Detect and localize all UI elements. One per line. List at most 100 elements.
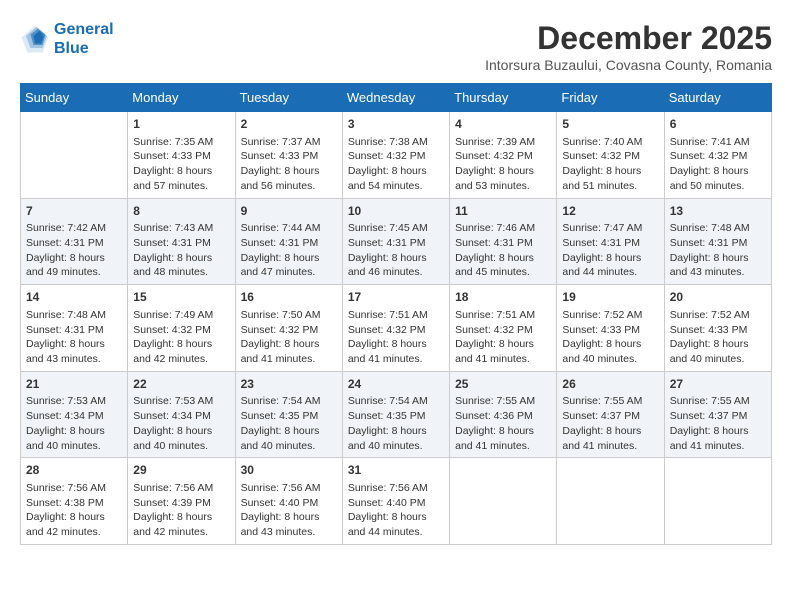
logo-line2: Blue (54, 39, 114, 58)
day-number: 26 (562, 376, 658, 393)
cell-content: Sunrise: 7:55 AM Sunset: 4:36 PM Dayligh… (455, 394, 551, 453)
calendar-cell: 26Sunrise: 7:55 AM Sunset: 4:37 PM Dayli… (557, 371, 664, 458)
cell-content: Sunrise: 7:52 AM Sunset: 4:33 PM Dayligh… (670, 308, 766, 367)
calendar-week-3: 14Sunrise: 7:48 AM Sunset: 4:31 PM Dayli… (21, 285, 772, 372)
logo-line1: General (54, 21, 114, 38)
calendar-cell: 15 Sunrise: 7:49 AM Sunset: 4:32 PM Dayli… (128, 285, 235, 372)
location: Intorsura Buzaului, Covasna County, Roma… (485, 57, 772, 73)
day-number: 5 (562, 116, 658, 133)
cell-content: Sunrise: 7:53 AM Sunset: 4:34 PM Dayligh… (26, 394, 122, 453)
logo-icon (20, 24, 50, 54)
cell-content: Sunrise: 7:53 AM Sunset: 4:34 PM Dayligh… (133, 394, 229, 453)
calendar-cell: 30 Sunrise: 7:56 AM Sunset: 4:40 PM Dayli… (235, 458, 342, 545)
cell-content: Sunrise: 7:37 AM Sunset: 4:33 PM Dayligh… (241, 135, 337, 194)
cell-content: Sunrise: 7:56 AM Sunset: 4:40 PM Dayligh… (348, 481, 444, 540)
cell-content: Sunrise: 7:42 AM Sunset: 4:31 PM Dayligh… (26, 221, 122, 280)
day-number: 10 (348, 203, 444, 220)
calendar-cell: 16Sunrise: 7:50 AM Sunset: 4:32 PM Dayli… (235, 285, 342, 372)
day-number: 3 (348, 116, 444, 133)
day-number: 15 (133, 289, 229, 306)
cell-content: Sunrise: 7:56 AM Sunset: 4:39 PM Dayligh… (133, 481, 229, 540)
day-number: 25 (455, 376, 551, 393)
day-number: 19 (562, 289, 658, 306)
day-number: 7 (26, 203, 122, 220)
calendar-cell (664, 458, 771, 545)
day-number: 20 (670, 289, 766, 306)
day-number: 18 (455, 289, 551, 306)
calendar-cell: 22Sunrise: 7:53 AM Sunset: 4:34 PM Dayli… (128, 371, 235, 458)
calendar-cell: 31Sunrise: 7:56 AM Sunset: 4:40 PM Dayli… (342, 458, 449, 545)
day-number: 11 (455, 203, 551, 220)
cell-content: Sunrise: 7:56 AM Sunset: 4:38 PM Dayligh… (26, 481, 122, 540)
header-saturday: Saturday (664, 84, 771, 112)
day-number: 4 (455, 116, 551, 133)
cell-content: Sunrise: 7:38 AM Sunset: 4:32 PM Dayligh… (348, 135, 444, 194)
calendar-cell: 24Sunrise: 7:54 AM Sunset: 4:35 PM Dayli… (342, 371, 449, 458)
cell-content: Sunrise: 7:50 AM Sunset: 4:32 PM Dayligh… (241, 308, 337, 367)
day-number: 17 (348, 289, 444, 306)
calendar-cell: 23Sunrise: 7:54 AM Sunset: 4:35 PM Dayli… (235, 371, 342, 458)
day-number: 30 (241, 462, 337, 479)
calendar-cell: 4 Sunrise: 7:39 AM Sunset: 4:32 PM Daylig… (450, 112, 557, 199)
header-sunday: Sunday (21, 84, 128, 112)
cell-content: Sunrise: 7:56 AM Sunset: 4:40 PM Dayligh… (241, 481, 337, 540)
day-number: 14 (26, 289, 122, 306)
calendar-cell: 7Sunrise: 7:42 AM Sunset: 4:31 PM Daylig… (21, 198, 128, 285)
cell-content: Sunrise: 7:47 AM Sunset: 4:31 PM Dayligh… (562, 221, 658, 280)
calendar-cell: 10Sunrise: 7:45 AM Sunset: 4:31 PM Dayli… (342, 198, 449, 285)
calendar-header-row: SundayMondayTuesdayWednesdayThursdayFrid… (21, 84, 772, 112)
cell-content: Sunrise: 7:44 AM Sunset: 4:31 PM Dayligh… (241, 221, 337, 280)
calendar-cell: 27Sunrise: 7:55 AM Sunset: 4:37 PM Dayli… (664, 371, 771, 458)
calendar-cell: 29 Sunrise: 7:56 AM Sunset: 4:39 PM Dayli… (128, 458, 235, 545)
cell-content: Sunrise: 7:51 AM Sunset: 4:32 PM Dayligh… (455, 308, 551, 367)
calendar-week-2: 7Sunrise: 7:42 AM Sunset: 4:31 PM Daylig… (21, 198, 772, 285)
day-number: 28 (26, 462, 122, 479)
header-monday: Monday (128, 84, 235, 112)
calendar-week-1: 1 Sunrise: 7:35 AM Sunset: 4:33 PM Daylig… (21, 112, 772, 199)
calendar-cell: 2 Sunrise: 7:37 AM Sunset: 4:33 PM Daylig… (235, 112, 342, 199)
calendar-cell: 28 Sunrise: 7:56 AM Sunset: 4:38 PM Dayli… (21, 458, 128, 545)
calendar-cell: 20 Sunrise: 7:52 AM Sunset: 4:33 PM Dayli… (664, 285, 771, 372)
cell-content: Sunrise: 7:52 AM Sunset: 4:33 PM Dayligh… (562, 308, 658, 367)
day-number: 24 (348, 376, 444, 393)
cell-content: Sunrise: 7:41 AM Sunset: 4:32 PM Dayligh… (670, 135, 766, 194)
calendar-cell: 13Sunrise: 7:48 AM Sunset: 4:31 PM Dayli… (664, 198, 771, 285)
header-friday: Friday (557, 84, 664, 112)
day-number: 8 (133, 203, 229, 220)
calendar-cell: 18 Sunrise: 7:51 AM Sunset: 4:32 PM Dayli… (450, 285, 557, 372)
logo: General Blue (20, 20, 114, 58)
day-number: 1 (133, 116, 229, 133)
calendar-cell (21, 112, 128, 199)
day-number: 13 (670, 203, 766, 220)
calendar-cell: 19 Sunrise: 7:52 AM Sunset: 4:33 PM Dayli… (557, 285, 664, 372)
calendar-cell: 17Sunrise: 7:51 AM Sunset: 4:32 PM Dayli… (342, 285, 449, 372)
logo-text: General Blue (54, 20, 114, 58)
day-number: 27 (670, 376, 766, 393)
cell-content: Sunrise: 7:45 AM Sunset: 4:31 PM Dayligh… (348, 221, 444, 280)
calendar-week-4: 21Sunrise: 7:53 AM Sunset: 4:34 PM Dayli… (21, 371, 772, 458)
calendar-cell (557, 458, 664, 545)
cell-content: Sunrise: 7:35 AM Sunset: 4:33 PM Dayligh… (133, 135, 229, 194)
title-section: December 2025 Intorsura Buzaului, Covasn… (485, 20, 772, 73)
day-number: 9 (241, 203, 337, 220)
page-header: General Blue December 2025 Intorsura Buz… (20, 20, 772, 73)
day-number: 29 (133, 462, 229, 479)
cell-content: Sunrise: 7:49 AM Sunset: 4:32 PM Dayligh… (133, 308, 229, 367)
month-year: December 2025 (485, 20, 772, 57)
calendar-week-5: 28 Sunrise: 7:56 AM Sunset: 4:38 PM Dayli… (21, 458, 772, 545)
day-number: 6 (670, 116, 766, 133)
calendar-table: SundayMondayTuesdayWednesdayThursdayFrid… (20, 83, 772, 545)
calendar-cell: 8Sunrise: 7:43 AM Sunset: 4:31 PM Daylig… (128, 198, 235, 285)
cell-content: Sunrise: 7:39 AM Sunset: 4:32 PM Dayligh… (455, 135, 551, 194)
calendar-cell: 6 Sunrise: 7:41 AM Sunset: 4:32 PM Daylig… (664, 112, 771, 199)
calendar-cell: 25Sunrise: 7:55 AM Sunset: 4:36 PM Dayli… (450, 371, 557, 458)
header-thursday: Thursday (450, 84, 557, 112)
calendar-cell: 14Sunrise: 7:48 AM Sunset: 4:31 PM Dayli… (21, 285, 128, 372)
cell-content: Sunrise: 7:43 AM Sunset: 4:31 PM Dayligh… (133, 221, 229, 280)
day-number: 12 (562, 203, 658, 220)
calendar-cell: 1 Sunrise: 7:35 AM Sunset: 4:33 PM Daylig… (128, 112, 235, 199)
cell-content: Sunrise: 7:55 AM Sunset: 4:37 PM Dayligh… (562, 394, 658, 453)
day-number: 23 (241, 376, 337, 393)
day-number: 2 (241, 116, 337, 133)
calendar-cell (450, 458, 557, 545)
